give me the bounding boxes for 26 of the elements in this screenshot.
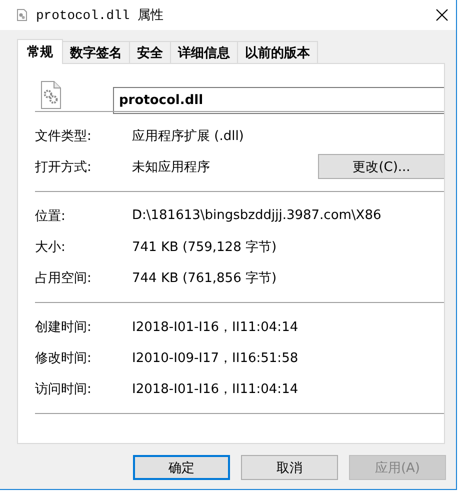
property-value: I2018-I01-I16，II11:04:14 — [132, 318, 300, 336]
property-label: 大小: — [35, 238, 66, 256]
property-label: 位置: — [35, 208, 66, 224]
property-value: I2010-I09-I17，II16:51:58 — [132, 350, 300, 366]
property-value: 741 KB (759,128 字节) — [132, 238, 278, 256]
settings-file-icon — [41, 81, 61, 109]
property-label: 占用空间: — [35, 270, 92, 286]
property-value: D:\181613\bingsbzddjjj.3987.com\X86 — [132, 208, 382, 223]
property-label: 文件类型: — [35, 128, 92, 144]
property-value: 未知应用程序 — [132, 158, 211, 176]
tab[interactable]: 常规 — [17, 39, 63, 64]
file-icon — [17, 9, 27, 21]
property-label: 访问时间: — [35, 380, 92, 398]
property-value: 应用程序扩展 (.dll) — [132, 128, 245, 144]
property-label: 创建时间: — [35, 318, 92, 336]
property-label: 修改时间: — [35, 350, 92, 366]
dialog-button[interactable]: 取消 — [241, 455, 338, 480]
property-value: I2018-I01-I16，II11:04:14 — [132, 380, 300, 398]
close-icon[interactable] — [436, 9, 448, 21]
file-name-field[interactable]: protocol.dll — [113, 87, 444, 114]
window-title: protocol.dll 属性 — [36, 7, 164, 24]
tab[interactable]: 以前的版本 — [237, 41, 318, 63]
property-label: 打开方式: — [35, 158, 92, 176]
change-button[interactable]: 更改(C)... — [318, 154, 444, 179]
property-value: 744 KB (761,856 字节) — [132, 270, 278, 286]
ok-button[interactable]: 确定 — [133, 455, 230, 480]
